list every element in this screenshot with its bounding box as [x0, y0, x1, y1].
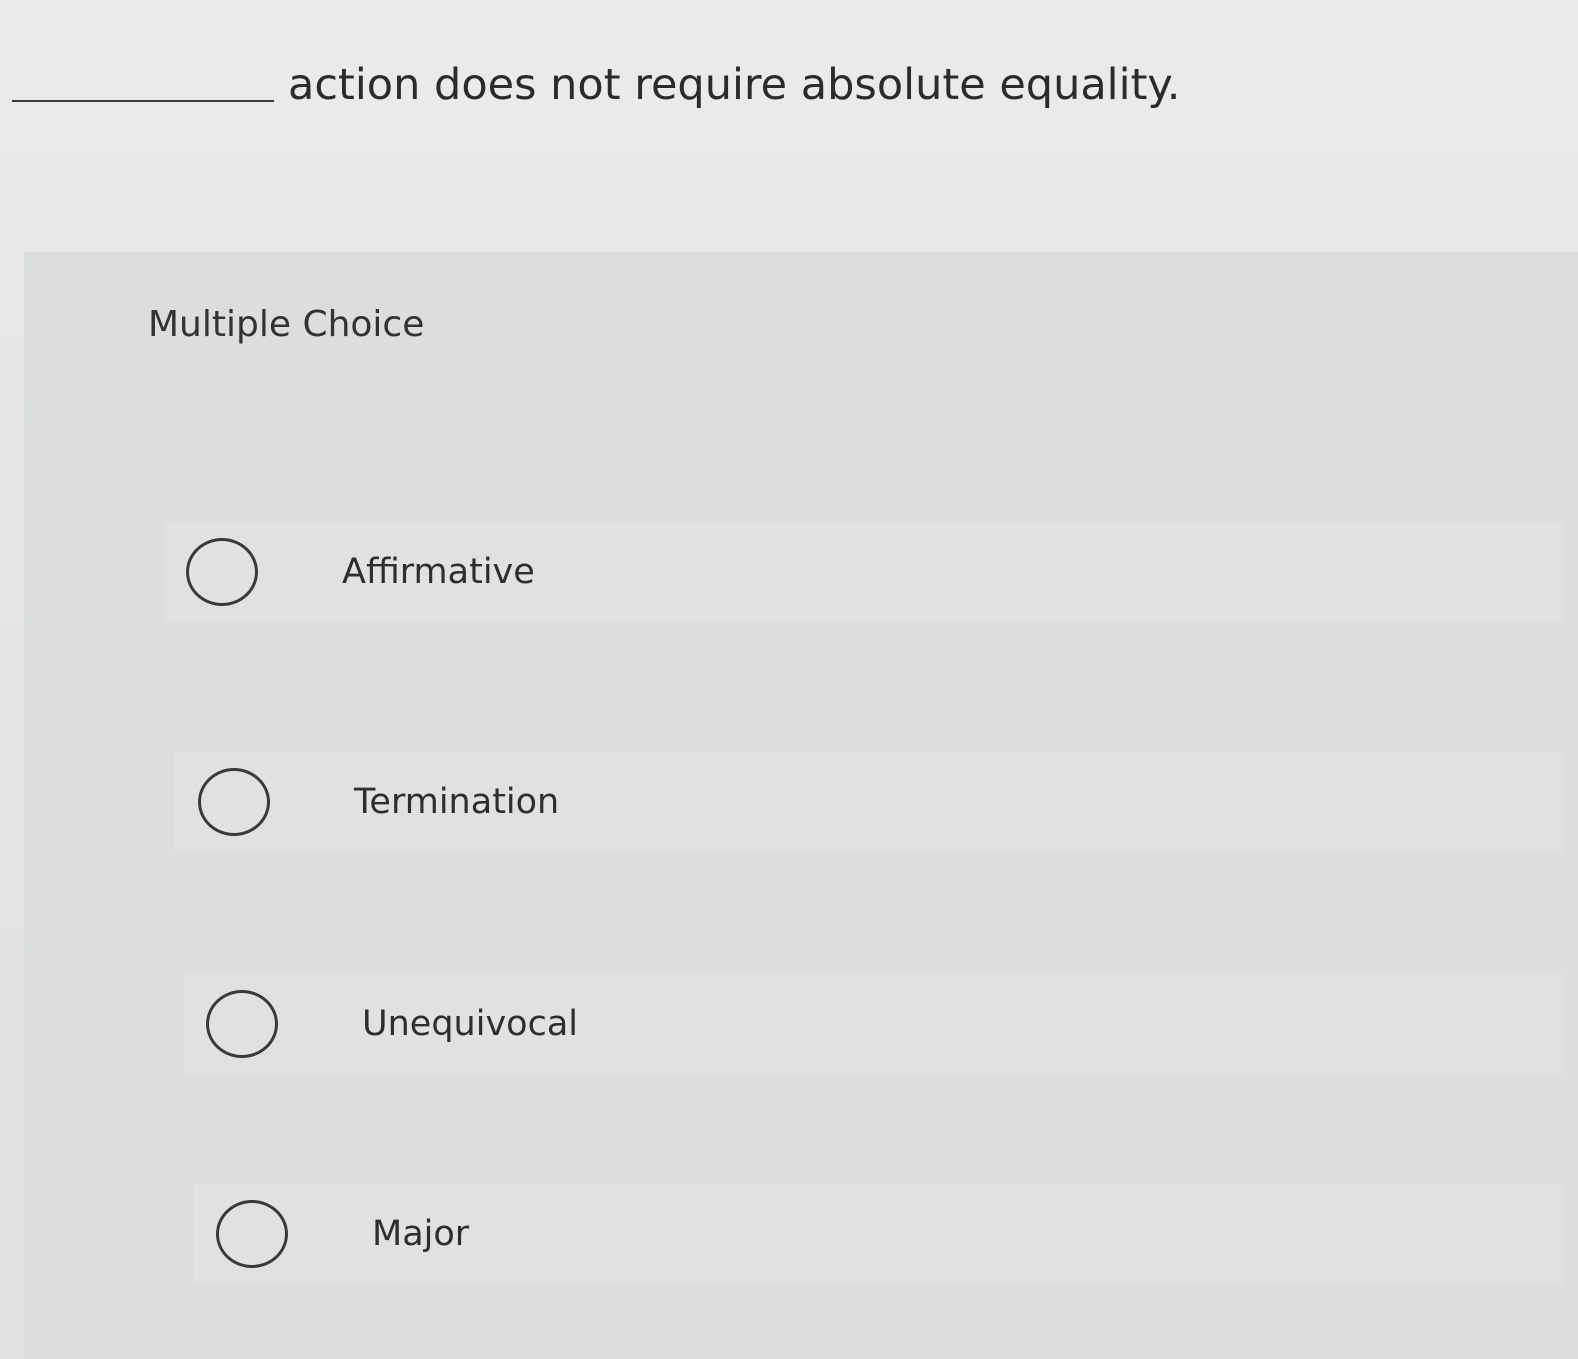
option-label: Termination	[354, 782, 560, 822]
option-label: Unequivocal	[362, 1004, 578, 1044]
option-unequivocal[interactable]: Unequivocal	[184, 974, 1564, 1074]
answer-blank	[12, 100, 274, 102]
radio-button[interactable]	[216, 1200, 288, 1268]
option-label: Major	[372, 1214, 470, 1254]
question: action does not require absolute equalit…	[12, 56, 1180, 114]
radio-button[interactable]	[198, 768, 270, 836]
multiple-choice-title: Multiple Choice	[148, 304, 425, 345]
option-label: Affirmative	[342, 552, 535, 592]
radio-button[interactable]	[186, 538, 258, 606]
option-major[interactable]: Major	[194, 1184, 1564, 1284]
multiple-choice-panel: Multiple Choice Affirmative Termination …	[24, 252, 1578, 1359]
option-affirmative[interactable]: Affirmative	[164, 522, 1564, 622]
radio-button[interactable]	[206, 990, 278, 1058]
option-termination[interactable]: Termination	[174, 752, 1564, 852]
question-text: action does not require absolute equalit…	[288, 60, 1181, 110]
